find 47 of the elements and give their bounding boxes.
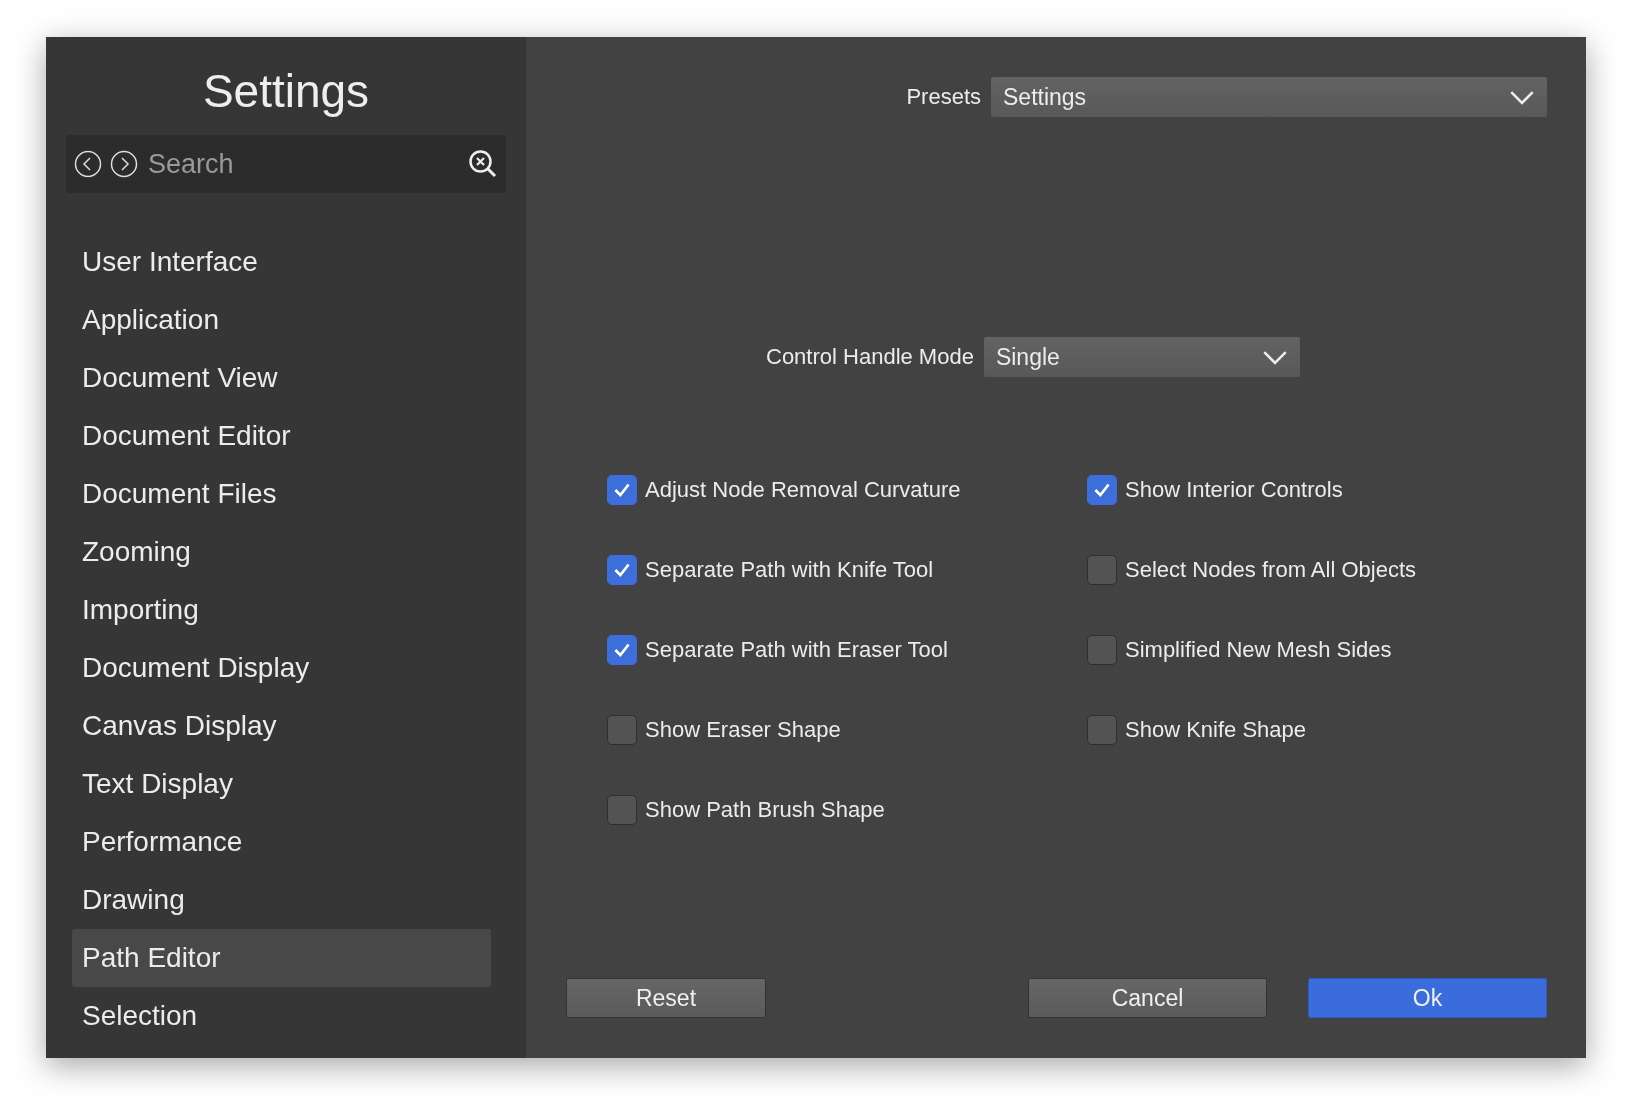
option-label: Separate Path with Knife Tool <box>645 557 934 583</box>
back-icon[interactable] <box>74 150 102 178</box>
option-label: Show Eraser Shape <box>645 717 841 743</box>
presets-dropdown[interactable]: Settings <box>991 77 1547 117</box>
sidebar-item[interactable]: Document Editor <box>72 407 491 465</box>
sidebar-item[interactable]: Text Display <box>72 755 491 813</box>
sidebar-item[interactable]: Selection <box>72 987 491 1045</box>
checkbox[interactable] <box>1087 555 1117 585</box>
search-bar[interactable]: Search <box>66 135 506 193</box>
forward-icon[interactable] <box>110 150 138 178</box>
control-handle-mode-dropdown[interactable]: Single <box>983 337 1300 377</box>
checkbox[interactable] <box>607 795 637 825</box>
sidebar-item[interactable]: Path Editor <box>72 929 491 987</box>
sidebar-item[interactable]: Performance <box>72 813 491 871</box>
sidebar-item[interactable]: Importing <box>72 581 491 639</box>
option-label: Adjust Node Removal Curvature <box>645 477 961 503</box>
sidebar-item[interactable]: Document Display <box>72 639 491 697</box>
sidebar-item[interactable]: Application <box>72 291 491 349</box>
sidebar-item[interactable]: Canvas Display <box>72 697 491 755</box>
dialog-button[interactable]: Cancel <box>1028 978 1267 1018</box>
dialog-button[interactable]: Reset <box>566 978 766 1018</box>
search-clear-icon[interactable] <box>468 149 498 179</box>
option-label: Simplified New Mesh Sides <box>1125 637 1392 663</box>
search-field[interactable]: Search <box>146 147 460 181</box>
option-label: Separate Path with Eraser Tool <box>645 637 948 663</box>
checkbox[interactable] <box>1087 715 1117 745</box>
option-label: Select Nodes from All Objects <box>1125 557 1416 583</box>
checkbox[interactable] <box>1087 635 1117 665</box>
option-label: Show Knife Shape <box>1125 717 1307 743</box>
option-label: Show Path Brush Shape <box>645 797 885 823</box>
control-handle-mode-label: Control Handle Mode <box>766 344 974 370</box>
window-title: Settings <box>201 64 371 119</box>
chevron-down-icon <box>1509 89 1535 105</box>
checkbox[interactable] <box>607 475 637 505</box>
checkbox[interactable] <box>607 635 637 665</box>
checkbox[interactable] <box>607 555 637 585</box>
chevron-down-icon <box>1261 349 1288 365</box>
sidebar-item[interactable]: User Interface <box>72 233 491 291</box>
option-label: Show Interior Controls <box>1125 477 1343 503</box>
checkbox[interactable] <box>1087 475 1117 505</box>
sidebar-item[interactable]: Drawing <box>72 871 491 929</box>
sidebar-item[interactable]: Document View <box>72 349 491 407</box>
sidebar-item[interactable]: Document Files <box>72 465 491 523</box>
ok-button[interactable]: Ok <box>1308 978 1547 1018</box>
checkbox[interactable] <box>607 715 637 745</box>
presets-label: Presets <box>906 84 981 110</box>
sidebar-item[interactable]: Zooming <box>72 523 491 581</box>
